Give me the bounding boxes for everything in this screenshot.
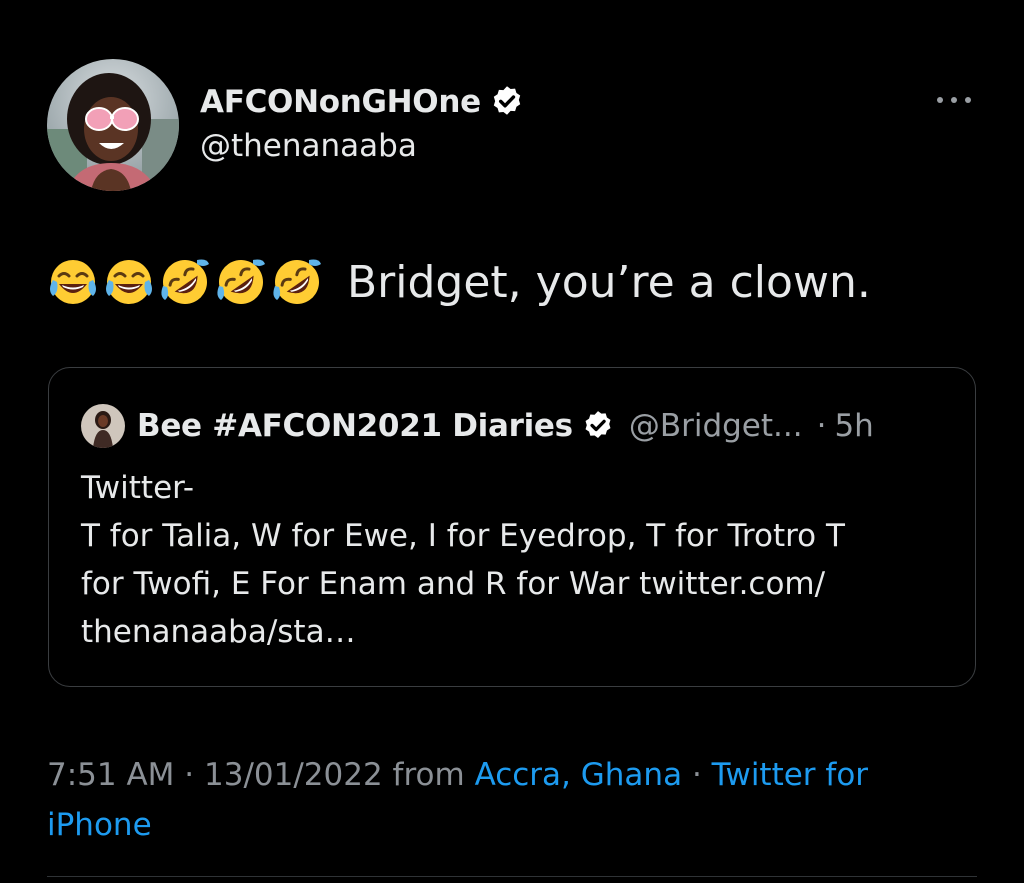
quoted-tweet-text: Twitter- T for Talia, W for Ewe, I for E… bbox=[81, 464, 961, 656]
verified-badge-icon bbox=[489, 84, 525, 120]
quoted-text-line: thenanaaba/sta… bbox=[81, 614, 356, 650]
tweet-text: Bridget, you’re a clown. bbox=[47, 252, 871, 312]
avatar-image bbox=[47, 59, 179, 191]
rolling-on-the-floor-laughing-icon bbox=[271, 256, 323, 308]
divider bbox=[47, 876, 977, 877]
quoted-author-handle: @Bridget... bbox=[628, 408, 803, 444]
quoted-author-avatar[interactable] bbox=[81, 404, 125, 448]
quoted-text-line: Twitter- bbox=[81, 470, 195, 506]
verified-badge-icon bbox=[581, 409, 615, 443]
more-options-button[interactable] bbox=[928, 84, 980, 116]
face-with-tears-of-joy-icon bbox=[103, 256, 155, 308]
tweet-body-text: Bridget, you’re a clown. bbox=[347, 256, 871, 308]
tweet-detail: AFCONonGHOne @thenanaaba Bridget, you’re… bbox=[0, 0, 1024, 883]
separator-dot: · bbox=[184, 757, 195, 793]
more-horizontal-icon bbox=[937, 97, 971, 103]
face-with-tears-of-joy-icon bbox=[47, 256, 99, 308]
author-handle[interactable]: @thenanaaba bbox=[200, 128, 417, 164]
rolling-on-the-floor-laughing-icon bbox=[215, 256, 267, 308]
author-name-row: AFCONonGHOne bbox=[200, 80, 525, 124]
from-label: from bbox=[392, 757, 465, 793]
location-link[interactable]: Accra, Ghana bbox=[475, 757, 683, 793]
quoted-text-line: T for Talia, W for Ewe, I for Eyedrop, T… bbox=[81, 518, 845, 554]
separator-dot: · bbox=[816, 408, 827, 444]
rolling-on-the-floor-laughing-icon bbox=[159, 256, 211, 308]
author-display-name[interactable]: AFCONonGHOne bbox=[200, 84, 481, 120]
emoji-row bbox=[47, 256, 327, 308]
tweet-metadata: 7:51 AM · 13/01/2022 from Accra, Ghana ·… bbox=[47, 750, 977, 850]
quoted-text-line: for Twofi, E For Enam and R for War twit… bbox=[81, 566, 826, 602]
tweet-time[interactable]: 7:51 AM bbox=[47, 757, 174, 793]
source-link[interactable]: Twitter for bbox=[712, 757, 868, 793]
quoted-author-display-name: Bee #AFCON2021 Diaries bbox=[137, 408, 573, 444]
quoted-tweet-card[interactable]: Bee #AFCON2021 Diaries @Bridget... · 5h … bbox=[48, 367, 976, 687]
quoted-tweet-header: Bee #AFCON2021 Diaries @Bridget... · 5h bbox=[81, 404, 874, 448]
separator-dot: · bbox=[691, 757, 702, 793]
quoted-tweet-time: 5h bbox=[834, 408, 874, 444]
author-avatar[interactable] bbox=[47, 59, 179, 191]
tweet-date[interactable]: 13/01/2022 bbox=[204, 757, 383, 793]
source-link-continued[interactable]: iPhone bbox=[47, 807, 152, 843]
